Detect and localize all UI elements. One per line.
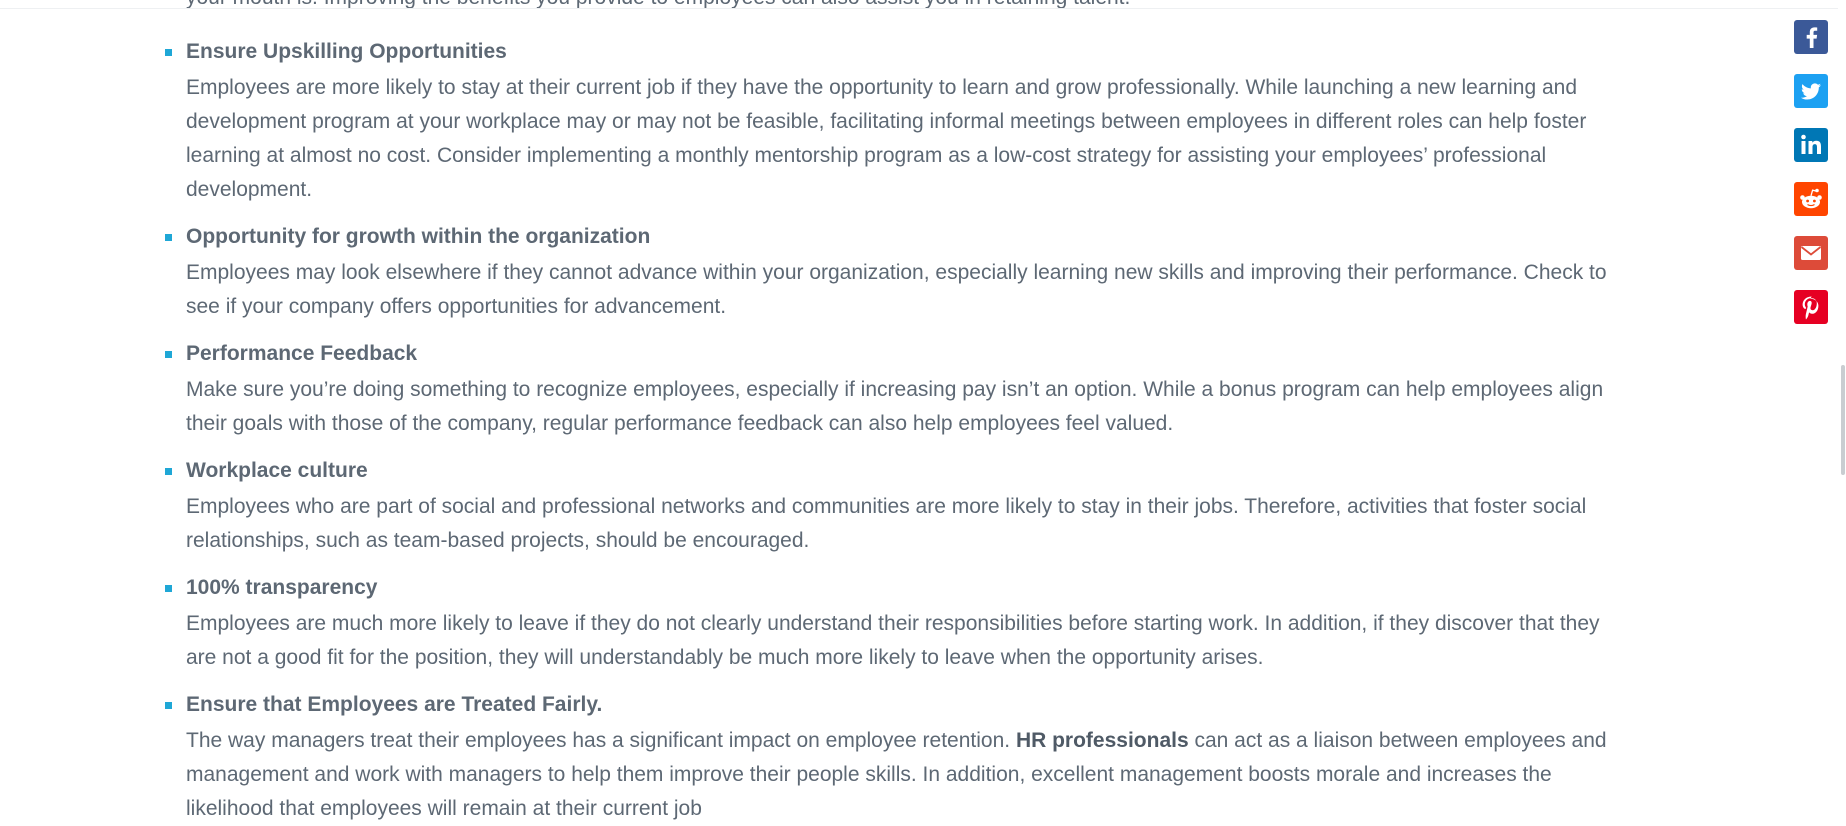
- facebook-icon: [1794, 20, 1828, 54]
- list-item-title: Ensure that Employees are Treated Fairly…: [186, 693, 603, 716]
- twitter-icon: [1794, 74, 1828, 108]
- list-item-text: Employees are more likely to stay at the…: [186, 71, 1636, 207]
- bullet-square: [165, 585, 172, 592]
- scrollbar-thumb[interactable]: [1841, 365, 1845, 475]
- bullet-square: [165, 468, 172, 475]
- text-line: Employees who are part of social and pro…: [186, 495, 1587, 518]
- list-item-text: Employees who are part of social and pro…: [186, 490, 1636, 558]
- list-item-title: Opportunity for growth within the organi…: [186, 225, 651, 248]
- bullet-square: [165, 49, 172, 56]
- text-line: development.: [186, 178, 313, 201]
- text-line: Employees may look elsewhere if they can…: [186, 261, 1607, 284]
- share-email-button[interactable]: [1794, 236, 1828, 270]
- bullet-square: [165, 702, 172, 709]
- bullet-square: [165, 351, 172, 358]
- reddit-icon: [1794, 182, 1828, 216]
- list-item-text: The way managers treat their employees h…: [186, 724, 1636, 826]
- list-item-title: Performance Feedback: [186, 342, 418, 365]
- text-line: Make sure you’re doing something to reco…: [186, 378, 1604, 401]
- list-item-text: Make sure you’re doing something to reco…: [186, 373, 1636, 441]
- text-line: Employees are more likely to stay at the…: [186, 76, 1578, 99]
- text-line: their goals with those of the company, r…: [186, 412, 1174, 435]
- text-segment: can act as a liaison between employees a…: [1188, 729, 1607, 752]
- text-line: learning at almost no cost. Consider imp…: [186, 144, 1547, 167]
- text-segment: The way managers treat their employees h…: [186, 729, 1016, 752]
- top-strip: your mouth is. Improving the benefits yo…: [0, 0, 1846, 9]
- hr-professionals-emphasis: HR professionals: [1015, 729, 1189, 752]
- text-line: management and work with managers to hel…: [186, 763, 1552, 786]
- text-line: see if your company offers opportunities…: [186, 295, 727, 318]
- share-twitter-button[interactable]: [1794, 74, 1828, 108]
- email-icon: [1794, 236, 1828, 270]
- list-item-text: Employees may look elsewhere if they can…: [186, 256, 1636, 324]
- cut-off-paragraph: your mouth is. Improving the benefits yo…: [186, 0, 1130, 8]
- list-item-title: Ensure Upskilling Opportunities: [186, 40, 507, 63]
- share-linkedin-button[interactable]: [1794, 128, 1828, 162]
- text-line: are not a good fit for the position, the…: [186, 646, 1264, 669]
- text-line: relationships, such as team-based projec…: [186, 529, 810, 552]
- bullet-square: [165, 234, 172, 241]
- share-pinterest-button[interactable]: [1794, 290, 1828, 324]
- text-line: The way managers treat their employees h…: [186, 724, 1636, 758]
- text-line: Employees are much more likely to leave …: [186, 612, 1600, 635]
- list-item-title: 100% transparency: [186, 576, 378, 599]
- list-item-text: Employees are much more likely to leave …: [186, 607, 1636, 675]
- text-line: development program at your workplace ma…: [186, 110, 1587, 133]
- share-reddit-button[interactable]: [1794, 182, 1828, 216]
- list-item-title: Workplace culture: [186, 459, 368, 482]
- pinterest-icon: [1794, 290, 1828, 324]
- linkedin-icon: [1794, 128, 1828, 162]
- share-facebook-button[interactable]: [1794, 20, 1828, 54]
- text-line: likelihood that employees will remain at…: [186, 797, 702, 820]
